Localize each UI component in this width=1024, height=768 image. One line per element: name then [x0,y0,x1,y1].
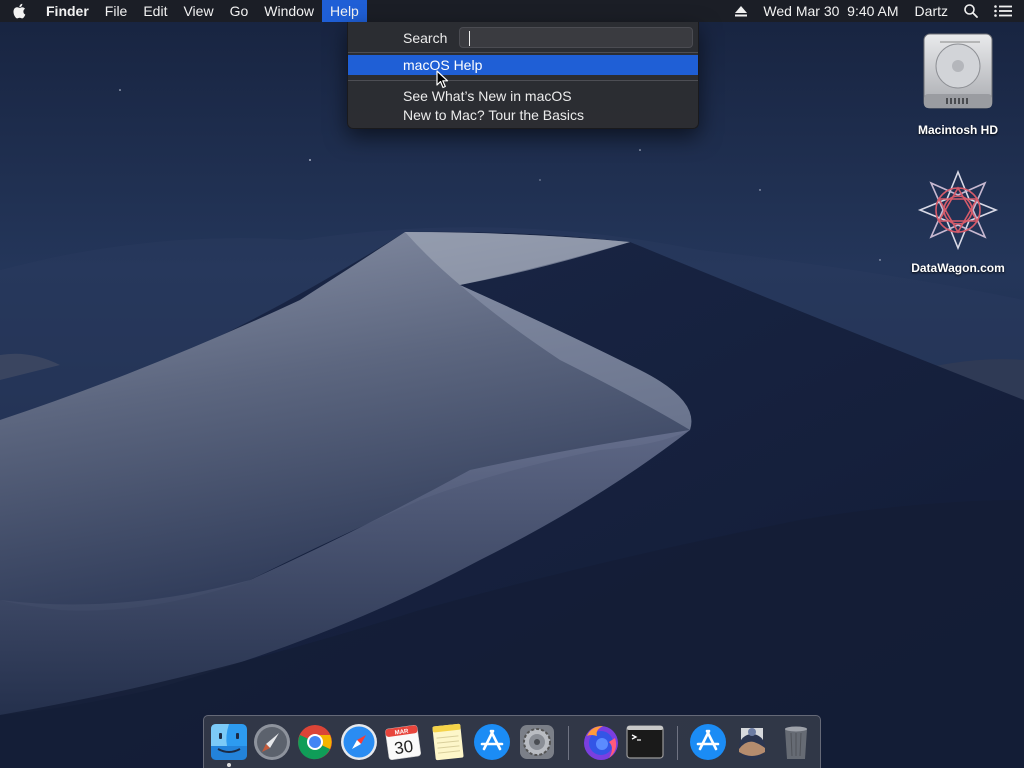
desktop-icon-datawagon[interactable]: DataWagon.com [903,169,1013,275]
downloads-stack-icon [690,724,726,760]
dock-system-preferences[interactable] [517,722,557,762]
dock: MAR 30 [203,715,821,768]
dock-notes[interactable] [428,722,468,762]
desktop-icon-label: DataWagon.com [911,261,1005,275]
text-cursor [469,31,470,46]
dock-mojave-installer[interactable] [732,722,772,762]
menu-separator [348,80,698,81]
menu-item-macos-help[interactable]: macOS Help [348,55,698,75]
help-menu-dropdown: Search macOS Help See What’s New in macO… [347,22,699,129]
menu-file[interactable]: File [97,0,136,22]
safari-icon [341,724,377,760]
app-store-icon [474,724,510,760]
dock-divider [677,726,678,760]
dock-trash[interactable] [776,722,816,762]
dock-calendar[interactable]: MAR 30 [383,722,423,762]
terminal-icon [626,725,664,759]
dock-divider [568,726,569,760]
datawagon-logo-icon [917,169,999,251]
menu-edit[interactable]: Edit [135,0,175,22]
mouse-pointer-icon [436,70,449,89]
menubar-clock[interactable]: Wed Mar 30 9:40 AM [755,0,906,22]
spotlight-search-icon[interactable] [956,0,986,22]
menu-bar: Finder File Edit View Go Window Help Wed… [0,0,1024,22]
notification-center-icon[interactable] [986,0,1024,22]
help-search-label: Search [403,30,448,46]
menu-finder[interactable]: Finder [38,0,97,22]
trash-icon [785,726,807,759]
mojave-installer-icon [739,728,765,760]
menu-view[interactable]: View [175,0,221,22]
dock-app-store[interactable] [472,722,512,762]
notes-icon [432,723,464,761]
firefox-icon [584,726,618,760]
menu-go[interactable]: Go [222,0,257,22]
dock-firefox[interactable] [581,722,621,762]
menu-separator [348,52,698,53]
dock-safari[interactable] [339,722,379,762]
dock-downloads-stack[interactable] [688,722,728,762]
system-preferences-icon [520,725,554,759]
status-area: Wed Mar 30 9:40 AM Dartz [727,0,1024,22]
menubar-user[interactable]: Dartz [907,0,956,22]
calendar-day-text: 30 [393,737,414,758]
menu-item-whats-new[interactable]: See What’s New in macOS [348,86,698,106]
menu-window[interactable]: Window [256,0,322,22]
dock-finder[interactable] [209,722,249,762]
dock-chrome[interactable] [295,722,335,762]
dock-launchpad[interactable] [252,722,292,762]
apple-menu-icon[interactable] [0,0,38,22]
help-search-input[interactable] [459,27,693,48]
eject-icon[interactable] [727,0,755,22]
launchpad-icon [254,724,290,760]
help-search-row: Search [348,25,698,51]
menu-item-tour-basics[interactable]: New to Mac? Tour the Basics [348,105,698,125]
desktop-icon-label: Macintosh HD [917,123,998,137]
dock-terminal[interactable] [625,722,665,762]
hard-drive-icon [923,33,993,109]
running-indicator [227,763,231,767]
menu-help[interactable]: Help [322,0,367,22]
chrome-icon [298,725,332,760]
finder-icon [211,724,247,760]
desktop-icon-macintosh-hd[interactable]: Macintosh HD [903,32,1013,137]
calendar-icon: MAR 30 [385,725,421,760]
